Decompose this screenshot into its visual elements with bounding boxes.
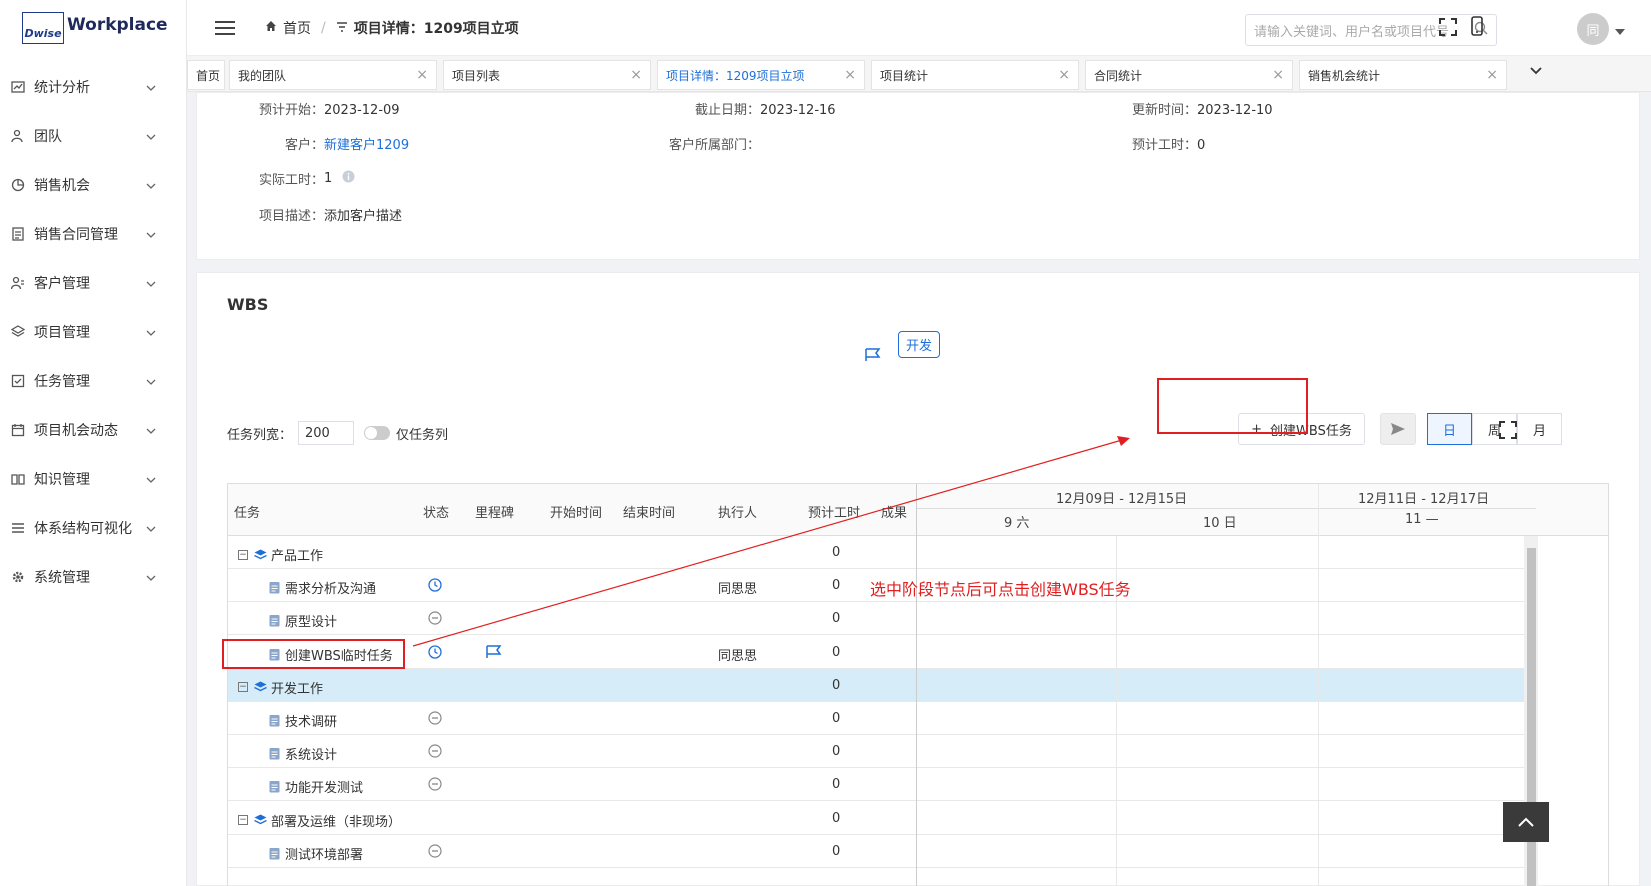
- back-to-top-button[interactable]: [1503, 802, 1549, 842]
- annotation-text: 选中阶段节点后可点击创建WBS任务: [870, 580, 1131, 599]
- annotation-arrow: [412, 436, 1130, 647]
- chevron-up-icon: [1518, 817, 1534, 827]
